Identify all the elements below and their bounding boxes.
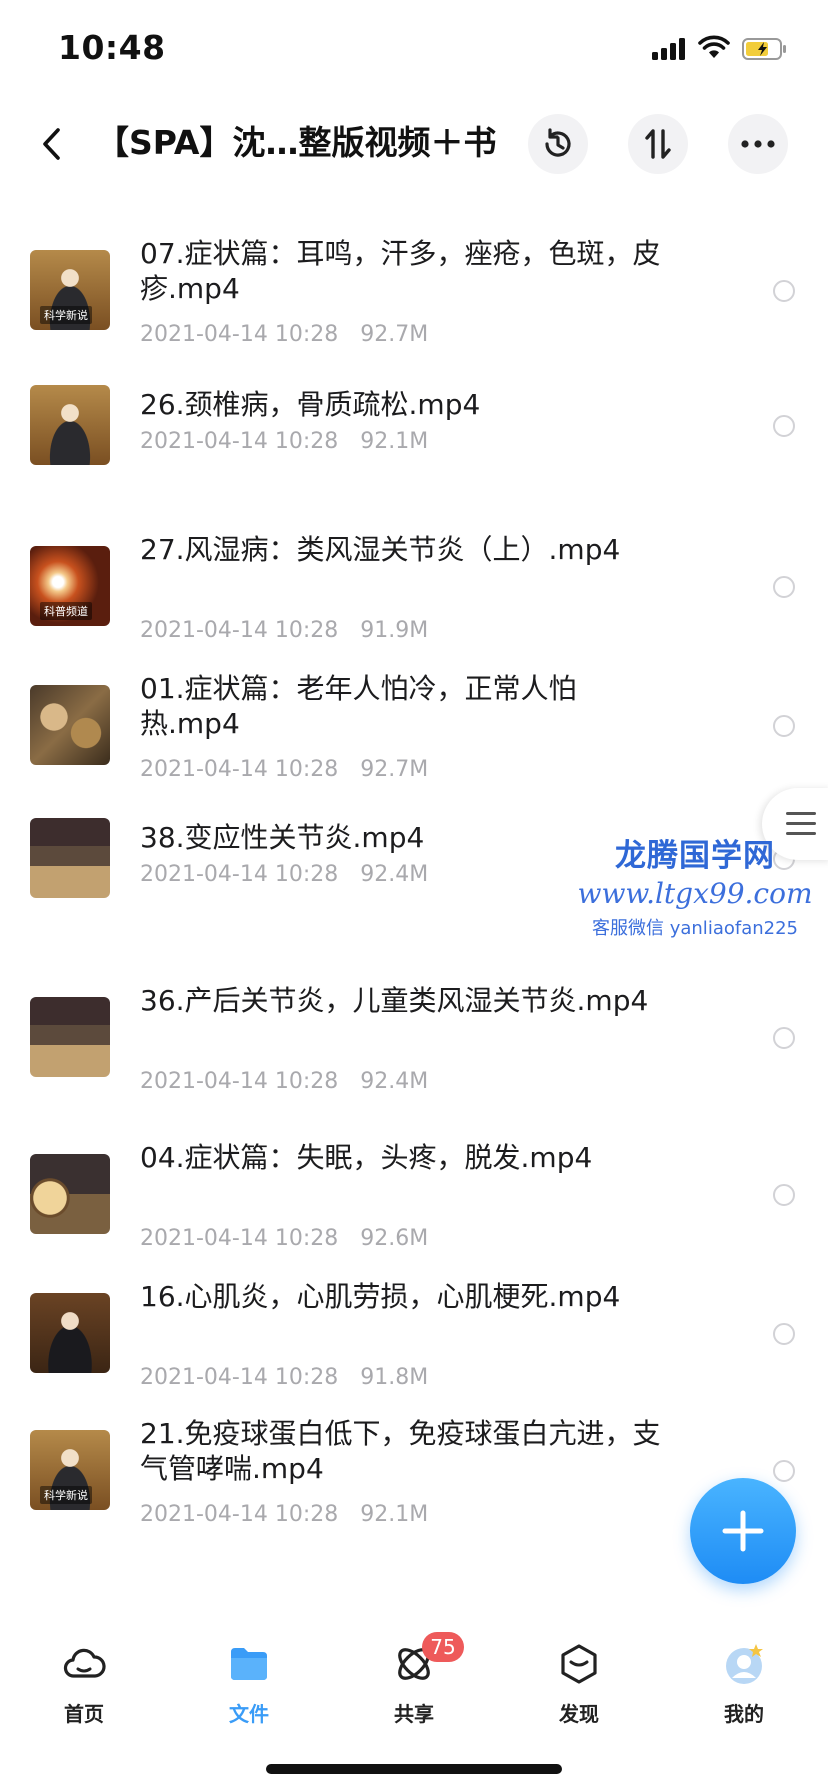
video-thumbnail <box>30 997 110 1077</box>
video-thumbnail: 科学新说 <box>30 1430 110 1510</box>
tab-files[interactable]: 文件 <box>189 1642 309 1742</box>
more-dots-icon <box>741 140 775 148</box>
tab-home[interactable]: 首页 <box>24 1642 144 1742</box>
tab-profile[interactable]: 我的 <box>684 1642 804 1742</box>
file-name: 36.产后关节炎，儿童类风湿关节炎.mp4 <box>140 984 649 1017</box>
wifi-icon <box>698 35 730 58</box>
discover-icon <box>561 1644 597 1684</box>
select-checkbox[interactable] <box>773 415 795 437</box>
file-name: 04.症状篇：失眠，头疼，脱发.mp4 <box>140 1141 593 1174</box>
select-checkbox[interactable] <box>773 715 795 737</box>
video-thumbnail: 科普频道 <box>30 546 110 626</box>
file-row[interactable]: 16.心肌炎，心肌劳损，心肌梗死.mp4 2021-04-14 10:28 91.8… <box>0 1243 828 1400</box>
video-thumbnail <box>30 385 110 465</box>
file-name: 21.免疫球蛋白低下，免疫球蛋白亢进，支气管哮喘.mp4 <box>140 1417 661 1485</box>
file-name: 07.症状篇：耳鸣，汗多，痤疮，色斑，皮疹.mp4 <box>140 237 661 305</box>
battery-icon <box>742 38 786 60</box>
home-indicator <box>266 1764 562 1774</box>
handle-line <box>786 812 816 815</box>
file-size: 92.4M <box>360 1069 429 1094</box>
tab-discover[interactable]: 发现 <box>519 1642 639 1742</box>
tab-label: 首页 <box>64 1702 104 1726</box>
file-row[interactable]: 04.症状篇：失眠，头疼，脱发.mp4 2021-04-14 10:28 92.6M <box>0 1104 828 1261</box>
video-thumbnail <box>30 1293 110 1373</box>
file-row[interactable]: 36.产后关节炎，儿童类风湿关节炎.mp4 2021-04-14 10:28 92.… <box>0 947 828 1104</box>
select-checkbox[interactable] <box>773 576 795 598</box>
file-name: 26.颈椎病，骨质疏松.mp4 <box>140 388 481 421</box>
watermark-contact: 客服微信 yanliaofan225 <box>592 918 798 939</box>
file-date: 2021-04-14 10:28 <box>140 862 339 887</box>
file-date: 2021-04-14 10:28 <box>140 1502 339 1527</box>
add-button[interactable] <box>690 1478 796 1584</box>
select-checkbox[interactable] <box>773 1027 795 1049</box>
tab-label: 发现 <box>559 1702 599 1726</box>
thumbnail-caption: 科普频道 <box>40 602 92 620</box>
file-meta: 2021-04-14 10:28 92.1M <box>140 429 428 454</box>
file-date: 2021-04-14 10:28 <box>140 429 339 454</box>
select-checkbox[interactable] <box>773 1323 795 1345</box>
video-thumbnail: 科学新说 <box>30 250 110 330</box>
file-meta: 2021-04-14 10:28 92.1M <box>140 1502 428 1527</box>
file-meta: 2021-04-14 10:28 92.4M <box>140 862 428 887</box>
file-size: 92.4M <box>360 862 429 887</box>
thumbnail-caption: 科学新说 <box>40 1486 92 1504</box>
avatar-icon <box>726 1644 763 1684</box>
signal-icon <box>652 38 688 60</box>
folder-icon <box>231 1648 267 1680</box>
tab-label: 共享 <box>394 1702 434 1726</box>
watermark: 龙腾国学网 www.ltgx99.com 客服微信 yanliaofan225 <box>570 830 820 940</box>
watermark-title: 龙腾国学网 <box>615 838 775 874</box>
file-name: 27.风湿病：类风湿关节炎（上）.mp4 <box>140 533 621 566</box>
select-checkbox[interactable] <box>773 280 795 302</box>
file-row[interactable]: 科普频道 27.风湿病：类风湿关节炎（上）.mp4 2021-04-14 10:28… <box>0 496 828 653</box>
file-row[interactable]: 01.症状篇：老年人怕冷，正常人怕热.mp4 2021-04-14 10:28 92… <box>0 635 828 792</box>
back-button[interactable] <box>28 114 74 174</box>
file-size: 92.1M <box>360 429 429 454</box>
file-size: 92.7M <box>360 322 429 347</box>
file-size: 92.7M <box>360 757 429 782</box>
more-button[interactable] <box>728 114 788 174</box>
sort-icon <box>645 129 671 159</box>
share-badge: 75 <box>422 1632 464 1662</box>
chevron-left-icon <box>43 128 60 160</box>
cloud-icon <box>63 1648 106 1678</box>
file-date: 2021-04-14 10:28 <box>140 1069 339 1094</box>
file-row[interactable]: 26.颈椎病，骨质疏松.mp4 2021-04-14 10:28 92.1M <box>0 357 828 514</box>
file-date: 2021-04-14 10:28 <box>140 757 339 782</box>
file-meta: 2021-04-14 10:28 92.7M <box>140 322 428 347</box>
tab-label: 文件 <box>229 1702 269 1726</box>
file-meta: 2021-04-14 10:28 92.4M <box>140 1069 428 1094</box>
handle-line <box>786 822 816 825</box>
history-icon <box>545 128 571 157</box>
status-bar: 10:48 <box>0 0 828 100</box>
video-thumbnail <box>30 818 110 898</box>
file-name: 16.心肌炎，心肌劳损，心肌梗死.mp4 <box>140 1280 621 1313</box>
file-date: 2021-04-14 10:28 <box>140 322 339 347</box>
file-meta: 2021-04-14 10:28 92.7M <box>140 757 428 782</box>
file-size: 92.1M <box>360 1502 429 1527</box>
tab-share[interactable]: 75 共享 <box>354 1632 474 1742</box>
file-name: 01.症状篇：老年人怕冷，正常人怕热.mp4 <box>140 672 577 740</box>
watermark-url: www.ltgx99.com <box>577 877 813 910</box>
plus-icon <box>722 1510 764 1552</box>
video-thumbnail <box>30 685 110 765</box>
file-row[interactable]: 科学新说 07.症状篇：耳鸣，汗多，痤疮，色斑，皮疹.mp4 2021-04-14 … <box>0 200 828 357</box>
history-button[interactable] <box>528 114 588 174</box>
page-title: 【SPA】沈…整版视频＋书 <box>96 123 497 162</box>
select-checkbox[interactable] <box>773 1184 795 1206</box>
tab-label: 我的 <box>724 1702 764 1726</box>
header-bar: 【SPA】沈…整版视频＋书 <box>0 100 828 200</box>
sort-button[interactable] <box>628 114 688 174</box>
status-time: 10:48 <box>58 28 166 67</box>
thumbnail-caption: 科学新说 <box>40 306 92 324</box>
select-checkbox[interactable] <box>773 1460 795 1482</box>
video-thumbnail <box>30 1154 110 1234</box>
